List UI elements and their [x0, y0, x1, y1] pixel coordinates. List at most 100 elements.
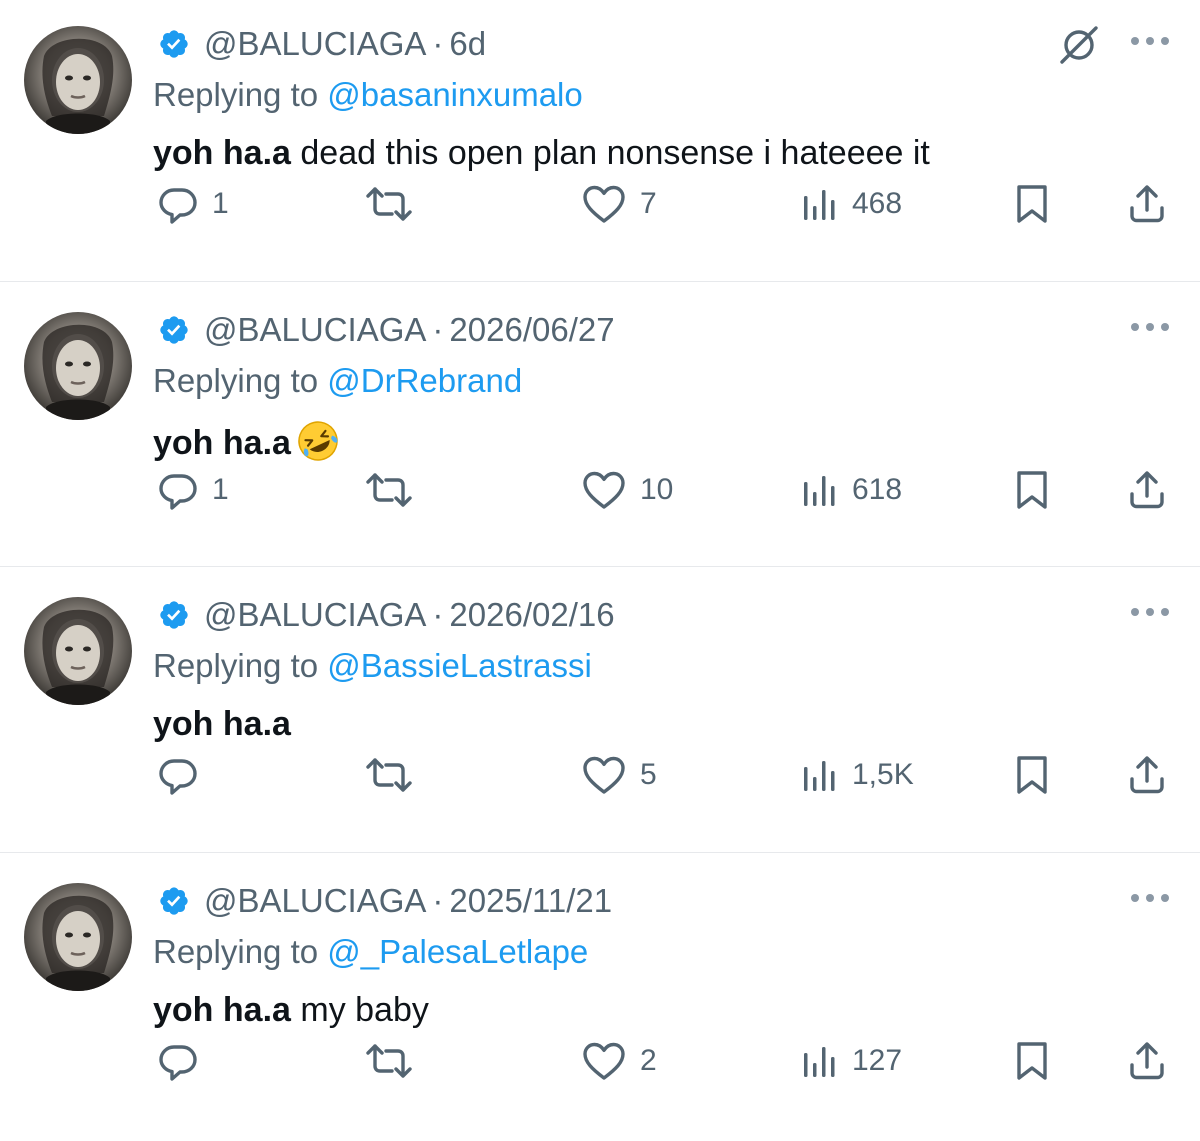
comment-bubble-icon [158, 184, 198, 224]
timestamp[interactable]: 6d [449, 25, 486, 63]
bar-chart-icon [802, 472, 838, 508]
tweet-text: yoh ha.a dead this open plan nonsense i … [153, 134, 930, 173]
heart-icon [582, 184, 626, 224]
views-button[interactable]: 618 [802, 462, 902, 518]
tweet-text-bold: yoh ha.a [153, 424, 291, 462]
heart-icon [582, 470, 626, 510]
views-button[interactable]: 468 [802, 176, 902, 232]
retweet-button[interactable] [364, 462, 414, 518]
bookmark-icon [1014, 470, 1050, 510]
bar-chart-icon [802, 186, 838, 222]
tweet-text: yoh ha.a [153, 420, 339, 463]
tweet-header: @BALUCIAGA · 6d [158, 24, 486, 64]
separator: · [432, 882, 444, 919]
tweet-card[interactable]: @BALUCIAGA · 2026/06/27 Replying to @DrR… [0, 286, 1200, 570]
verified-badge-icon [158, 314, 190, 346]
replying-prefix: Replying to [153, 647, 328, 684]
retweet-button[interactable] [364, 176, 414, 232]
replying-to-link[interactable]: @DrRebrand [327, 362, 522, 399]
author-handle[interactable]: @BALUCIAGA [204, 311, 426, 349]
divider [0, 566, 1200, 567]
comment-bubble-icon [158, 470, 198, 510]
author-handle[interactable]: @BALUCIAGA [204, 25, 426, 63]
replying-prefix: Replying to [153, 362, 328, 399]
divider [0, 852, 1200, 853]
like-button[interactable]: 10 [582, 462, 673, 518]
more-dots-icon[interactable] [1130, 605, 1170, 619]
bookmark-button[interactable] [1014, 747, 1050, 803]
reply-button[interactable] [158, 747, 198, 803]
divider [0, 281, 1200, 282]
tweet-header: @BALUCIAGA · 2026/02/16 [158, 595, 615, 635]
tweet-card[interactable]: @BALUCIAGA · 2026/02/16 Replying to @Bas… [0, 571, 1200, 855]
like-button[interactable]: 2 [582, 1033, 657, 1089]
replying-to: Replying to @DrRebrand [153, 362, 522, 400]
separator: · [432, 596, 444, 633]
bookmark-icon [1014, 1041, 1050, 1081]
tweet-card[interactable]: @BALUCIAGA · 2025/11/21 Replying to @_Pa… [0, 857, 1200, 1141]
share-button[interactable] [1127, 462, 1167, 518]
bookmark-button[interactable] [1014, 176, 1050, 232]
share-upload-icon [1127, 1041, 1167, 1081]
circle-slash-icon[interactable] [1056, 22, 1102, 68]
reply-button[interactable] [158, 1033, 198, 1089]
bookmark-icon [1014, 755, 1050, 795]
retweet-icon [364, 184, 414, 224]
action-bar: 2 127 [0, 1033, 1200, 1089]
replying-to: Replying to @_PalesaLetlape [153, 933, 588, 971]
tweet-card[interactable]: @BALUCIAGA · 6d Replying to @basaninxuma… [0, 0, 1200, 284]
heart-icon [582, 755, 626, 795]
tweet-text-bold: yoh ha.a [153, 705, 291, 743]
share-upload-icon [1127, 184, 1167, 224]
views-button[interactable]: 127 [802, 1033, 902, 1089]
reply-button[interactable]: 1 [158, 176, 229, 232]
tweet-header: @BALUCIAGA · 2026/06/27 [158, 310, 615, 350]
replying-to-link[interactable]: @basaninxumalo [327, 76, 582, 113]
views-count: 1,5K [852, 758, 914, 791]
replying-prefix: Replying to [153, 76, 328, 113]
bookmark-button[interactable] [1014, 462, 1050, 518]
avatar[interactable] [24, 312, 132, 420]
share-button[interactable] [1127, 747, 1167, 803]
rolling-on-floor-laughing-emoji-icon [297, 420, 339, 462]
avatar[interactable] [24, 26, 132, 134]
heart-icon [582, 1041, 626, 1081]
replying-to-link[interactable]: @BassieLastrassi [327, 647, 592, 684]
like-count: 10 [640, 473, 674, 506]
verified-badge-icon [158, 885, 190, 917]
avatar[interactable] [24, 883, 132, 991]
like-button[interactable]: 5 [582, 747, 657, 803]
views-count: 468 [852, 187, 903, 220]
retweet-button[interactable] [364, 747, 414, 803]
bar-chart-icon [802, 757, 838, 793]
replying-to-link[interactable]: @_PalesaLetlape [327, 933, 588, 970]
replying-to: Replying to @BassieLastrassi [153, 647, 592, 685]
tweet-text-rest: dead this open plan nonsense i hateeee i… [290, 134, 930, 172]
retweet-button[interactable] [364, 1033, 414, 1089]
tweet-text: yoh ha.a my baby [153, 991, 429, 1030]
share-button[interactable] [1127, 1033, 1167, 1089]
views-count: 618 [852, 473, 903, 506]
tweet-header: @BALUCIAGA · 2025/11/21 [158, 881, 612, 921]
more-dots-icon[interactable] [1130, 891, 1170, 905]
bar-chart-icon [802, 1043, 838, 1079]
avatar[interactable] [24, 597, 132, 705]
like-button[interactable]: 7 [582, 176, 657, 232]
retweet-icon [364, 470, 414, 510]
retweet-icon [364, 755, 414, 795]
like-count: 7 [640, 187, 657, 220]
views-button[interactable]: 1,5K [802, 747, 914, 803]
author-handle[interactable]: @BALUCIAGA [204, 882, 426, 920]
reply-button[interactable]: 1 [158, 462, 229, 518]
share-upload-icon [1127, 470, 1167, 510]
timestamp[interactable]: 2026/06/27 [449, 311, 614, 349]
share-button[interactable] [1127, 176, 1167, 232]
more-dots-icon[interactable] [1130, 34, 1170, 48]
verified-badge-icon [158, 599, 190, 631]
tweet-text: yoh ha.a [153, 705, 291, 744]
author-handle[interactable]: @BALUCIAGA [204, 596, 426, 634]
more-dots-icon[interactable] [1130, 320, 1170, 334]
timestamp[interactable]: 2025/11/21 [449, 882, 612, 920]
timestamp[interactable]: 2026/02/16 [449, 596, 614, 634]
bookmark-button[interactable] [1014, 1033, 1050, 1089]
